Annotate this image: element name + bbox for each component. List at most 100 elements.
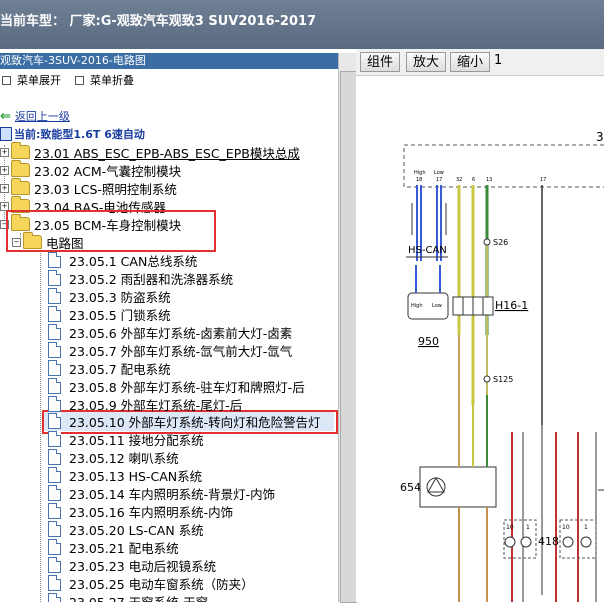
tree-leaf-label: 23.05.21 配电系统 xyxy=(69,540,179,556)
tree-leaf-label: 23.05.16 车内照明系统-内饰 xyxy=(69,504,234,520)
folder-icon xyxy=(11,160,30,177)
pin-label: 10 xyxy=(506,524,514,531)
tree-leaf[interactable]: 23.05.8 外部车灯系统-驻车灯和牌照灯-后 xyxy=(48,377,305,395)
back-row: ⇐ 返回上一级 xyxy=(0,108,70,124)
tree-leaf-label: 23.05.6 外部车灯系统-卤素前大灯-卤素 xyxy=(69,325,293,341)
document-icon xyxy=(48,378,61,394)
document-icon xyxy=(48,252,61,268)
component-label-654: 654 xyxy=(400,481,421,494)
tree-leaf-label: 23.05.7 配电系统 xyxy=(69,361,171,377)
document-icon xyxy=(48,306,61,322)
tree-leaf[interactable]: 23.05.11 接地分配系统 xyxy=(48,430,204,448)
expand-icon[interactable]: + xyxy=(0,183,9,193)
document-icon xyxy=(48,449,61,465)
module-label: 35 xyxy=(596,130,604,144)
tree-leaf[interactable]: 23.05.21 配电系统 xyxy=(48,538,179,556)
pin-label: 13 xyxy=(486,177,492,183)
circuit-diagram[interactable]: 35 High Low 18 17 32 6 13 17 HS-CAN S26 … xyxy=(356,75,604,602)
bulb-icon xyxy=(562,536,574,548)
document-icon xyxy=(48,342,61,358)
scrollbar-thumb[interactable] xyxy=(340,71,357,603)
document-icon xyxy=(48,485,61,501)
tree-leaf[interactable]: 23.05.14 车内照明系统-背景灯-内饰 xyxy=(48,484,275,502)
tree-leaf[interactable]: 23.05.1 CAN总线系统 xyxy=(48,251,197,269)
tree-pane-title: 观致汽车-3SUV-2016-电路图 xyxy=(0,53,338,69)
document-icon xyxy=(48,557,61,573)
splice-label: S125 xyxy=(493,375,513,384)
tree-leaf[interactable]: 23.05.5 门锁系统 xyxy=(48,305,171,323)
group-button[interactable]: 组件 xyxy=(360,52,401,72)
tree-leaf-label: 23.05.20 LS-CAN 系统 xyxy=(69,522,204,538)
tree-leaf[interactable]: 23.05.20 LS-CAN 系统 xyxy=(48,520,204,538)
expand-icon[interactable]: + xyxy=(0,165,9,175)
document-icon xyxy=(48,360,61,376)
document-icon xyxy=(48,270,61,286)
pin-label: High xyxy=(411,303,423,309)
highlight-box xyxy=(6,210,216,252)
checkbox-icon xyxy=(75,75,84,85)
pin-label: 10 xyxy=(562,524,570,531)
pin-label: 6 xyxy=(472,177,475,183)
connector-label-h16: H16-1 xyxy=(495,299,528,312)
zoom-out-button[interactable]: 缩小 xyxy=(450,52,491,72)
pin-label: 17 xyxy=(436,177,442,183)
pin-label: High xyxy=(414,170,426,176)
document-icon xyxy=(48,539,61,555)
document-icon xyxy=(48,521,61,537)
zoom-in-button[interactable]: 放大 xyxy=(406,52,447,72)
component-label-418: 418 xyxy=(538,535,559,548)
tree-leaf[interactable]: 23.05.7 配电系统 xyxy=(48,359,171,377)
tree-leaf[interactable]: 23.05.25 电动车窗系统（防夹） xyxy=(48,574,254,592)
vehicle-title: 当前车型： 厂家:G-观致汽车观致3 SUV2016-2017 xyxy=(0,14,317,29)
tree-leaf[interactable]: 23.05.12 喇叭系统 xyxy=(48,448,179,466)
tree-leaf-label: 23.05.1 CAN总线系统 xyxy=(69,253,198,269)
tree-leaf[interactable]: 23.05.7 外部车灯系统-氙气前大灯-氙气 xyxy=(48,341,292,359)
tree-leaf[interactable]: 23.05.16 车内照明系统-内饰 xyxy=(48,502,233,520)
bulb-icon xyxy=(520,536,532,548)
tree-node-category[interactable]: +23.01 ABS_ESC_EPB-ABS_ESC_EPB模块总成 xyxy=(0,142,300,161)
folder-icon xyxy=(11,142,30,159)
diagram-toolbar: 组件 放大 缩小 1 xyxy=(356,49,604,76)
back-arrow-icon[interactable]: ⇐ xyxy=(0,109,11,124)
back-link[interactable]: 返回上一级 xyxy=(15,108,70,124)
tree-leaf-label: 23.05.27 天窗系统-天窗 xyxy=(69,594,209,603)
pin-label: 32 xyxy=(456,177,462,183)
tree-leaf-selected[interactable]: 23.05.10 外部车灯系统-转向灯和危险警告灯 xyxy=(48,412,321,430)
tree-leaf[interactable]: 23.05.27 天窗系统-天窗 xyxy=(48,592,208,602)
current-config-label: 当前:致能型1.6T 6速自动 xyxy=(14,128,145,141)
tree-leaf[interactable]: 23.05.9 外部车灯系统-尾灯-后 xyxy=(48,395,242,413)
tree-leaf[interactable]: 23.05.6 外部车灯系统-卤素前大灯-卤素 xyxy=(48,323,292,341)
document-icon xyxy=(48,431,61,447)
expand-icon[interactable]: + xyxy=(0,147,9,157)
document-icon xyxy=(0,127,12,141)
tree-pane: 观致汽车-3SUV-2016-电路图 菜单展开 菜单折叠 ⇐ 返回上一级 当前:… xyxy=(0,53,338,602)
document-icon xyxy=(48,324,61,340)
expand-all-label: 菜单展开 xyxy=(17,74,61,87)
expand-all-button[interactable]: 菜单展开 xyxy=(0,72,61,88)
tree-leaf-label: 23.05.3 防盗系统 xyxy=(69,289,171,305)
bulb-icon xyxy=(504,536,516,548)
pin-label: Low xyxy=(432,303,442,309)
tree-node-category[interactable]: +23.03 LCS-照明控制系统 xyxy=(0,178,177,197)
tree-leaf[interactable]: 23.05.13 HS-CAN系统 xyxy=(48,466,202,484)
pin-label: 18 xyxy=(416,177,422,183)
bcm-module-outline xyxy=(403,144,604,188)
splice-label: S26 xyxy=(493,238,508,247)
tree-node-category[interactable]: +23.02 ACM-气囊控制模块 xyxy=(0,160,182,179)
zoom-level: 1 xyxy=(494,53,503,68)
tree-leaf[interactable]: 23.05.2 雨刮器和洗涤器系统 xyxy=(48,269,233,287)
tree-leaf-label: 23.05.14 车内照明系统-背景灯-内饰 xyxy=(69,486,276,502)
tree-leaf-label: 23.05.7 外部车灯系统-氙气前大灯-氙气 xyxy=(69,343,293,359)
tree-scrollbar[interactable] xyxy=(338,53,357,603)
tree-node-label: 23.02 ACM-气囊控制模块 xyxy=(34,163,182,179)
tree-menu: 菜单展开 菜单折叠 xyxy=(0,69,338,91)
title-bar: 当前车型： 厂家:G-观致汽车观致3 SUV2016-2017 xyxy=(0,0,604,49)
folder-icon xyxy=(11,178,30,195)
component-label-950: 950 xyxy=(418,335,439,348)
tree-leaf[interactable]: 23.05.23 电动后视镜系统 xyxy=(48,556,216,574)
tree-leaf-label: 23.05.11 接地分配系统 xyxy=(69,432,204,448)
tree-leaf-label: 23.05.10 外部车灯系统-转向灯和危险警告灯 xyxy=(69,414,321,430)
collapse-all-button[interactable]: 菜单折叠 xyxy=(73,72,134,88)
tree-leaf[interactable]: 23.05.3 防盗系统 xyxy=(48,287,171,305)
document-icon xyxy=(48,575,61,591)
